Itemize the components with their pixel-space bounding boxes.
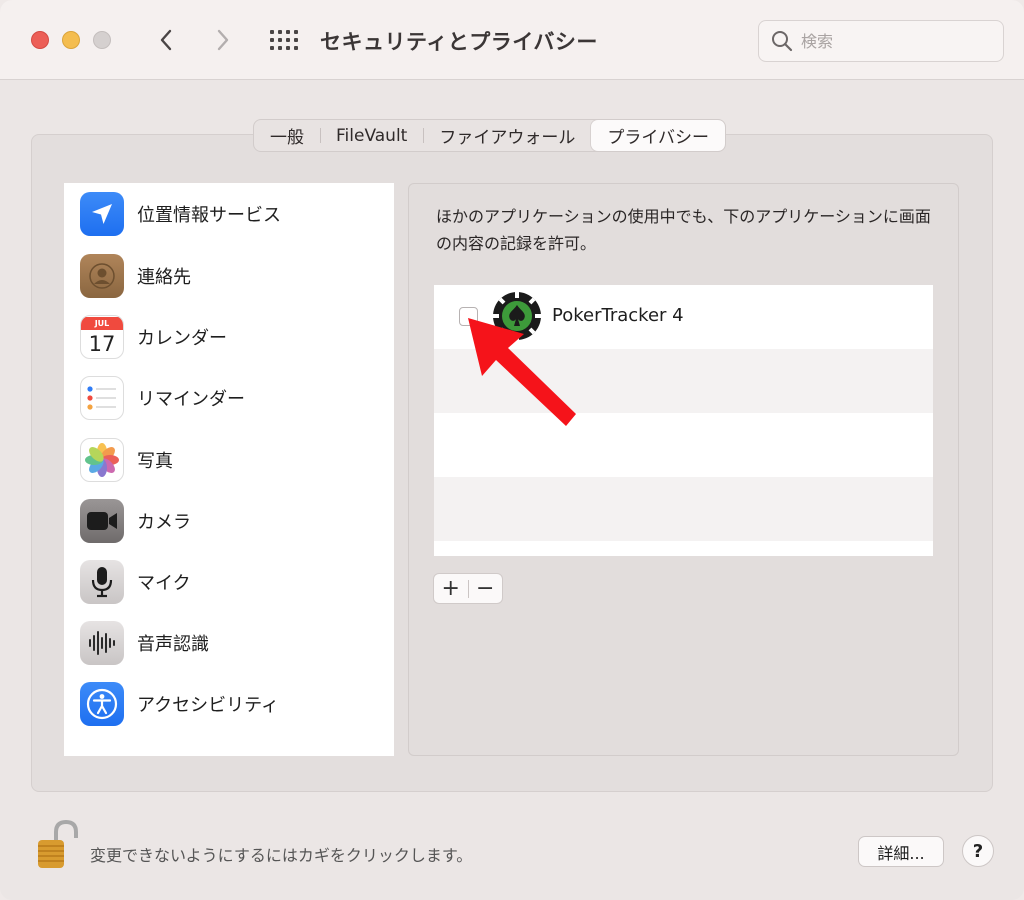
sidebar-item-reminders[interactable]: リマインダー bbox=[80, 373, 245, 423]
search-field[interactable] bbox=[758, 20, 1004, 62]
microphone-icon bbox=[80, 560, 124, 604]
list-add-remove-control: + − bbox=[433, 573, 503, 604]
minimize-button[interactable] bbox=[62, 31, 80, 49]
search-input[interactable] bbox=[801, 31, 991, 51]
grid-dot bbox=[286, 46, 290, 50]
grid-dot bbox=[286, 30, 290, 34]
forward-button[interactable] bbox=[205, 22, 241, 58]
tab-privacy[interactable]: プライバシー bbox=[591, 120, 726, 151]
help-button[interactable]: ? bbox=[962, 835, 994, 867]
remove-app-button[interactable]: − bbox=[468, 574, 502, 603]
annotation-arrow-icon bbox=[468, 318, 576, 426]
system-preferences-window: セキュリティとプライバシー 一般 FileVault ファイアウォール プライバ… bbox=[0, 0, 1024, 900]
sidebar-item-contacts[interactable]: 連絡先 bbox=[80, 251, 191, 301]
grid-dot bbox=[286, 38, 290, 42]
sidebar-item-label: 音声認識 bbox=[137, 634, 209, 655]
grid-dot bbox=[278, 46, 282, 50]
show-all-grid-button[interactable] bbox=[268, 28, 300, 52]
tab-filevault[interactable]: FileVault bbox=[320, 120, 423, 151]
grid-dot bbox=[294, 38, 298, 42]
lock-hint-text: 変更できないようにするにはカギをクリックします。 bbox=[90, 846, 473, 865]
sidebar-item-speech-recognition[interactable]: 音声認識 bbox=[80, 618, 209, 668]
permission-description: ほかのアプリケーションの使用中でも、下のアプリケーションに画面の内容の記録を許可… bbox=[436, 207, 931, 253]
sidebar-item-label: マイク bbox=[137, 573, 191, 594]
grid-dot bbox=[278, 30, 282, 34]
grid-dot bbox=[278, 38, 282, 42]
sidebar-item-location[interactable]: 位置情報サービス bbox=[80, 189, 281, 239]
grid-dot bbox=[270, 38, 274, 42]
grid-dot bbox=[270, 46, 274, 50]
location-arrow-icon bbox=[80, 192, 124, 236]
window-title: セキュリティとプライバシー bbox=[320, 30, 598, 54]
grid-dot bbox=[294, 30, 298, 34]
search-icon bbox=[772, 31, 793, 52]
camera-icon bbox=[80, 499, 124, 543]
sidebar-item-microphone[interactable]: マイク bbox=[80, 557, 191, 607]
tab-firewall[interactable]: ファイアウォール bbox=[423, 120, 591, 151]
calendar-icon: JUL 17 bbox=[80, 315, 124, 359]
calendar-month: JUL bbox=[81, 316, 123, 330]
sidebar-item-label: アクセシビリティ bbox=[137, 695, 280, 716]
sidebar-item-label: 連絡先 bbox=[137, 267, 191, 288]
speech-recognition-icon bbox=[80, 621, 124, 665]
sidebar-item-calendar[interactable]: JUL 17 カレンダー bbox=[80, 312, 227, 362]
add-app-button[interactable]: + bbox=[434, 574, 468, 603]
reminders-icon bbox=[80, 376, 124, 420]
titlebar: セキュリティとプライバシー bbox=[0, 0, 1024, 80]
sidebar-item-label: カレンダー bbox=[137, 328, 227, 349]
close-button[interactable] bbox=[31, 31, 49, 49]
grid-dot bbox=[270, 30, 274, 34]
sidebar-item-photos[interactable]: 写真 bbox=[80, 435, 173, 485]
sidebar-item-label: リマインダー bbox=[137, 389, 245, 410]
back-button[interactable] bbox=[148, 22, 184, 58]
sidebar-item-camera[interactable]: カメラ bbox=[80, 496, 191, 546]
empty-list-row bbox=[434, 477, 933, 541]
tab-bar: 一般 FileVault ファイアウォール プライバシー bbox=[253, 119, 727, 152]
privacy-category-list: 位置情報サービス 連絡先 JUL 17 カレンダー リマインダー 写真 カメラ … bbox=[64, 183, 394, 756]
calendar-day: 17 bbox=[88, 331, 116, 356]
accessibility-icon bbox=[80, 682, 124, 726]
photos-icon bbox=[80, 438, 124, 482]
chevron-left-icon bbox=[160, 29, 172, 51]
advanced-button[interactable]: 詳細... bbox=[858, 836, 944, 867]
grid-dot bbox=[294, 46, 298, 50]
zoom-button[interactable] bbox=[93, 31, 111, 49]
tab-general[interactable]: 一般 bbox=[254, 120, 320, 151]
sidebar-item-label: 写真 bbox=[137, 451, 173, 472]
sidebar-item-accessibility[interactable]: アクセシビリティ bbox=[80, 679, 279, 729]
chevron-right-icon bbox=[217, 29, 229, 51]
sidebar-item-label: カメラ bbox=[137, 512, 191, 533]
unlocked-padlock-icon[interactable] bbox=[32, 818, 82, 872]
sidebar-item-label: 位置情報サービス bbox=[137, 205, 281, 226]
contacts-icon bbox=[80, 254, 124, 298]
